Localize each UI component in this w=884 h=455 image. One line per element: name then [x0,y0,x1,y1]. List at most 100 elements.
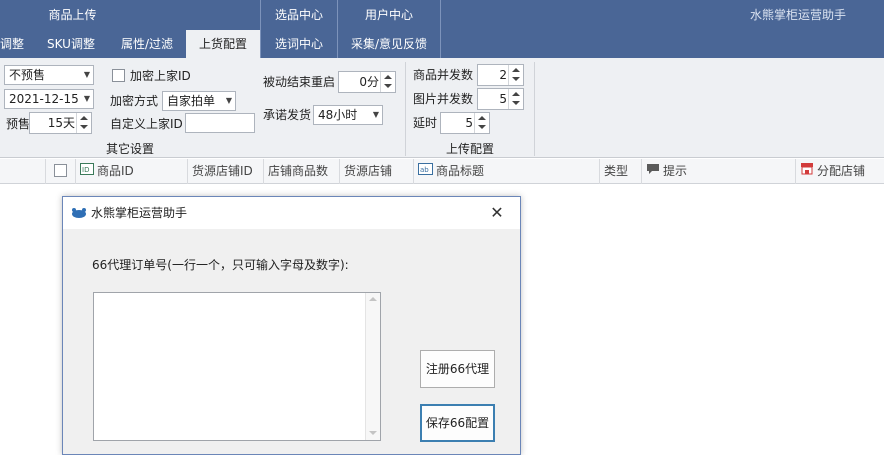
column-label: 货源店铺 [344,164,393,178]
ship-label: 承诺发货 [263,108,312,122]
store-icon [800,159,814,184]
spin-down-icon[interactable] [384,84,392,88]
spin-down-icon[interactable] [512,77,520,81]
spin-up-icon[interactable] [512,68,520,72]
scroll-down-icon[interactable] [369,431,377,435]
group-title-user: 用户中心 [364,8,413,22]
date-value: 2021-12-15 [9,92,79,106]
column-product-id[interactable]: ID 商品ID [76,159,188,184]
tab-collect-feedback[interactable]: 采集/意见反馈 [338,30,440,58]
delay-label: 延时 [413,116,438,130]
restart-label: 被动结束重启 [263,75,336,89]
spin-down-icon[interactable] [80,125,88,129]
ship-select[interactable]: 48小时 ▼ [313,105,383,125]
register-proxy-button[interactable]: 注册66代理 [420,350,495,388]
column-label: 商品ID [97,164,134,178]
column-source-shop[interactable]: 货源店铺 [340,159,414,184]
ribbon-body: 不预售 ▼ 2021-12-15 ▼ 预售 15天 加密上家ID 加密方式 自家… [0,58,884,158]
bear-paw-icon [71,207,87,222]
select-all-checkbox[interactable] [54,164,67,177]
spin-up-icon[interactable] [80,116,88,120]
chevron-down-icon: ▼ [225,96,232,105]
save-proxy-config-button[interactable]: 保存66配置 [420,404,495,442]
group-divider [405,62,406,156]
chevron-down-icon: ▼ [83,94,90,103]
image-concurrency-spinner[interactable]: 5 [477,88,524,110]
dialog-title: 水熊掌柜运营助手 [91,206,188,220]
delay-value: 5 [465,116,473,130]
group-divider [534,62,535,156]
presale-days-label: 预售 [6,117,31,131]
dialog-titlebar[interactable]: 水熊掌柜运营助手 ✕ [63,197,520,229]
spinner-buttons[interactable] [380,72,395,92]
ship-value: 48小时 [318,108,358,122]
textarea-scrollbar[interactable] [365,293,380,440]
column-select[interactable] [46,159,76,184]
tab-attribute-filter[interactable]: 属性/过滤 [110,30,184,58]
column-assign-shop[interactable]: 分配店铺 [796,159,884,184]
spinner-buttons[interactable] [508,65,523,85]
date-picker[interactable]: 2021-12-15 ▼ [4,89,94,109]
spin-down-icon[interactable] [478,125,486,129]
spinner-buttons[interactable] [508,89,523,109]
spinner-buttons[interactable] [474,113,489,133]
spinner-buttons[interactable] [76,113,91,133]
column-label: 提示 [663,164,688,178]
presale-value: 不预售 [9,68,46,82]
group-title-upload-config: 上传配置 [445,142,494,156]
presale-days-spinner[interactable]: 15天 [29,112,92,134]
close-icon[interactable]: ✕ [487,203,507,223]
spin-up-icon[interactable] [478,116,486,120]
restart-spinner[interactable]: 0分 [338,71,396,93]
ribbon-header: 商品上传 选品中心 用户中心 调整 SKU调整 属性/过滤 上货配置 选词中心 … [0,0,884,58]
spin-down-icon[interactable] [512,101,520,105]
encrypt-id-label: 加密上家ID [130,69,191,83]
presale-select[interactable]: 不预售 ▼ [4,65,94,85]
column-product-title[interactable]: ab 商品标题 [414,159,600,184]
restart-value: 0分 [359,75,379,89]
image-concurrency-label: 图片并发数 [413,92,474,106]
column-source-shop-id[interactable]: 货源店铺ID [188,159,264,184]
proxy-config-dialog: 水熊掌柜运营助手 ✕ 66代理订单号(一行一个，只可输入字母及数字): 注册66… [62,196,521,455]
text-field-icon: ab [418,159,433,184]
column-label: 货源店铺ID [192,164,253,178]
custom-id-input[interactable] [185,113,255,133]
scroll-up-icon[interactable] [369,297,377,301]
svg-text:ID: ID [82,166,89,174]
concurrency-label: 商品并发数 [413,68,474,82]
column-label: 商品标题 [436,164,485,178]
group-title-selection: 选品中心 [274,8,323,22]
group-title-other: 其它设置 [105,142,154,156]
tab-upload-config[interactable]: 上货配置 [186,30,260,58]
encrypt-id-checkbox[interactable] [112,69,125,82]
presale-days-value: 15天 [47,116,75,130]
chevron-down-icon: ▼ [372,110,379,119]
table-header: ID 商品ID 货源店铺ID 店铺商品数 货源店铺 ab 商品标题 类型 提示 分配… [0,159,884,184]
column-shop-product-count[interactable]: 店铺商品数 [264,159,340,184]
order-numbers-textarea[interactable] [93,292,381,441]
column-type[interactable]: 类型 [600,159,642,184]
column-hint[interactable]: 提示 [642,159,796,184]
group-title-upload: 商品上传 [48,8,97,22]
custom-id-label: 自定义上家ID [110,117,183,131]
divider [440,0,441,58]
delay-spinner[interactable]: 5 [440,112,490,134]
column-blank [0,159,46,184]
comment-icon [646,159,660,184]
order-numbers-label: 66代理订单号(一行一个，只可输入字母及数字): [92,258,349,272]
concurrency-value: 2 [499,68,507,82]
tab-adjust[interactable]: 调整 [0,30,30,58]
spin-up-icon[interactable] [512,92,520,96]
column-label: 店铺商品数 [268,164,329,178]
tab-sku-adjust[interactable]: SKU调整 [36,30,106,58]
tab-keyword-center[interactable]: 选词中心 [261,30,337,58]
spin-up-icon[interactable] [384,75,392,79]
concurrency-spinner[interactable]: 2 [477,64,524,86]
app-title: 水熊掌柜运营助手 [750,8,847,22]
image-concurrency-value: 5 [499,92,507,106]
column-label: 类型 [604,164,629,178]
id-field-icon: ID [80,159,94,184]
encrypt-mode-select[interactable]: 自家拍单 ▼ [162,91,236,111]
chevron-down-icon: ▼ [83,70,90,79]
svg-text:ab: ab [420,166,429,174]
